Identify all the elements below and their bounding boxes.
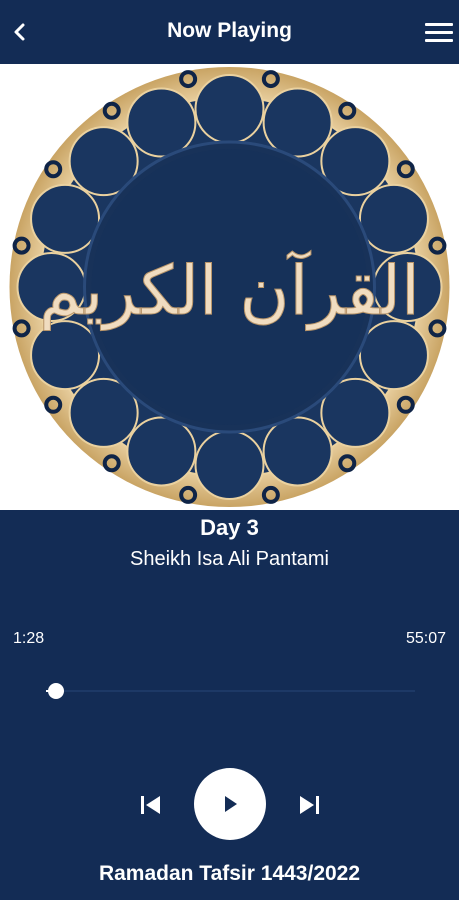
play-icon (225, 796, 237, 812)
current-time: 1:28 (13, 630, 45, 647)
track-artist: Sheikh Isa Ali Pantami (130, 548, 329, 570)
app-bar: Now Playing (0, 0, 459, 64)
menu-button[interactable] (423, 18, 455, 46)
skip-next-icon (300, 796, 319, 814)
skip-previous-icon (141, 796, 160, 814)
hamburger-icon-line (425, 22, 453, 26)
total-duration: 55:07 (405, 630, 446, 647)
album-title: Ramadan Tafsir 1443/2022 (98, 862, 361, 885)
next-button[interactable] (294, 790, 324, 820)
hamburger-icon-line (425, 30, 453, 34)
seek-bar[interactable] (46, 690, 415, 692)
seek-thumb[interactable] (47, 683, 64, 699)
page-title: Now Playing (167, 19, 292, 42)
calligraphy-text: القرآن الكريم (39, 250, 420, 331)
hamburger-icon-line (425, 38, 453, 42)
previous-button[interactable] (136, 790, 166, 820)
album-artwork: القرآن الكريم (0, 64, 459, 510)
play-button[interactable] (194, 768, 266, 840)
track-title: Day 3 (200, 515, 259, 540)
quran-emblem-image: القرآن الكريم (9, 67, 450, 507)
